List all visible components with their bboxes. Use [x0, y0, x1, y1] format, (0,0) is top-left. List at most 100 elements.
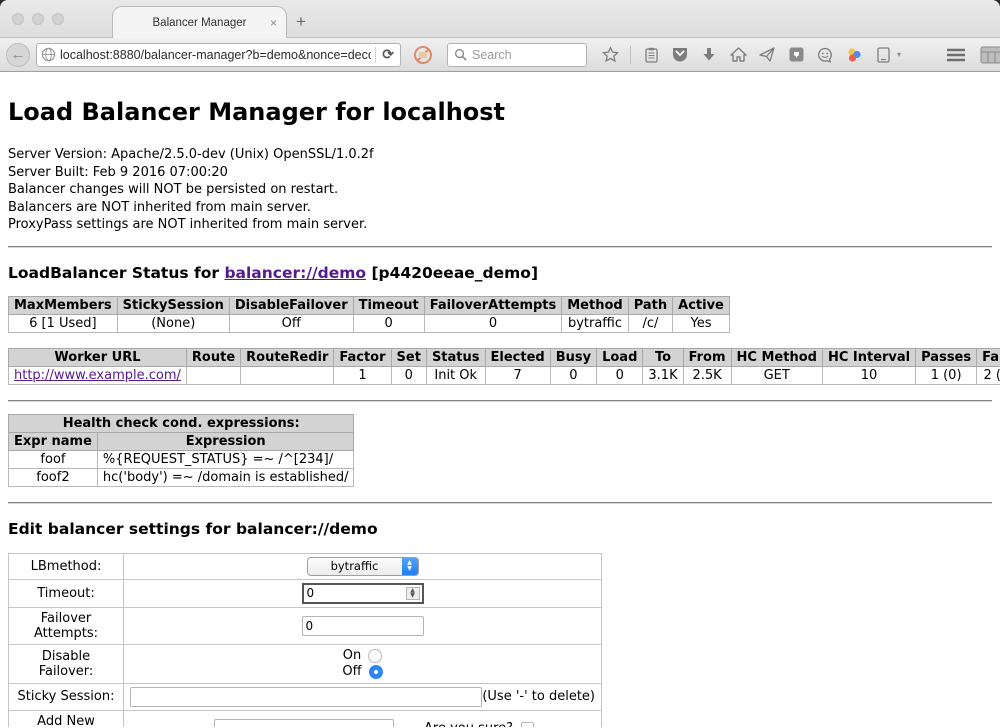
cell-fails: 2 (0)	[977, 366, 1000, 384]
home-icon[interactable]	[729, 46, 747, 64]
failover-on-radio[interactable]	[368, 649, 382, 663]
close-tab-icon[interactable]: ×	[270, 16, 277, 30]
notice-balancers: Balancers are NOT inherited from main se…	[8, 199, 992, 217]
health-table-title: Health check cond. expressions:	[9, 414, 354, 432]
shield-block-icon[interactable]	[413, 45, 433, 65]
cell-disablefailover: Off	[229, 314, 353, 332]
worker-row: http://www.example.com/ 1 0 Init Ok 7 0 …	[9, 366, 1000, 384]
cell-expr-name: foof	[9, 450, 98, 468]
col-elected: Elected	[485, 348, 550, 366]
notice-persist: Balancer changes will NOT be persisted o…	[8, 181, 992, 199]
globe-icon	[41, 47, 56, 62]
add-worker-label: Add New Worker:	[9, 710, 124, 727]
number-spinner-icon[interactable]: ▲▼	[406, 587, 420, 600]
colors-icon[interactable]	[845, 46, 863, 64]
col-hc-method: HC Method	[731, 348, 822, 366]
download-icon[interactable]	[700, 46, 718, 64]
page-content: Load Balancer Manager for localhost Serv…	[0, 72, 1000, 727]
search-bar[interactable]: Search	[447, 43, 587, 67]
col-load: Load	[597, 348, 643, 366]
url-text[interactable]: localhost:8880/balancer-manager?b=demo&n…	[60, 48, 371, 62]
urlbar-divider	[375, 47, 376, 63]
minimize-window-button[interactable]	[32, 13, 44, 25]
menu-icon[interactable]	[946, 48, 966, 62]
failover-attempts-input[interactable]	[302, 616, 424, 636]
balancer-settings-form: LBmethod: bytraffic ▲▼ Timeout: ▲▼	[8, 553, 602, 728]
divider	[8, 400, 992, 402]
cell-to: 3.1K	[643, 366, 683, 384]
are-you-sure-checkbox[interactable]	[521, 722, 534, 727]
tab-balancer-manager[interactable]: Balancer Manager ×	[112, 6, 287, 38]
col-busy: Busy	[550, 348, 596, 366]
back-button[interactable]: ←	[6, 43, 30, 67]
chat-smiley-icon[interactable]	[816, 46, 834, 64]
select-stepper-icon: ▲▼	[402, 557, 418, 576]
screenshot-icon[interactable]	[787, 46, 805, 64]
reload-icon[interactable]: ⟳	[380, 46, 396, 63]
zoom-window-button[interactable]	[52, 13, 64, 25]
timeout-label: Timeout:	[9, 579, 124, 607]
search-icon	[454, 48, 467, 61]
timeout-input[interactable]	[304, 585, 404, 602]
col-route: Route	[186, 348, 240, 366]
grid-sidebar-icon[interactable]	[980, 46, 1000, 64]
failover-off-radio[interactable]	[369, 665, 383, 679]
bookmark-star-icon[interactable]	[601, 46, 619, 64]
col-routeredir: RouteRedir	[241, 348, 334, 366]
col-hc-interval: HC Interval	[822, 348, 915, 366]
col-expr-name: Expr name	[9, 432, 98, 450]
table-header-row: Worker URL Route RouteRedir Factor Set S…	[9, 348, 1000, 366]
col-active: Active	[673, 296, 730, 314]
close-window-button[interactable]	[12, 13, 24, 25]
col-status: Status	[426, 348, 485, 366]
toolbar-icons: ▾	[601, 46, 901, 64]
window-controls[interactable]	[12, 13, 64, 25]
status-heading: LoadBalancer Status for balancer://demo …	[8, 264, 992, 282]
col-to: To	[643, 348, 683, 366]
balancer-demo-link[interactable]: balancer://demo	[224, 264, 366, 282]
form-row-lbmethod: LBmethod: bytraffic ▲▼	[9, 553, 602, 579]
clipboard-icon[interactable]	[642, 46, 660, 64]
radio-off-label: Off	[342, 664, 361, 680]
cell-set: 0	[391, 366, 426, 384]
sticky-session-label: Sticky Session:	[9, 683, 124, 710]
pocket-icon[interactable]	[671, 46, 689, 64]
cell-maxmembers: 6 [1 Used]	[9, 314, 118, 332]
cell-hc-method: GET	[731, 366, 822, 384]
cell-hc-interval: 10	[822, 366, 915, 384]
cell-expression: hc('body') =~ /domain is established/	[97, 468, 354, 486]
col-factor: Factor	[334, 348, 391, 366]
cell-active: Yes	[673, 314, 730, 332]
edit-settings-heading: Edit balancer settings for balancer://de…	[8, 520, 992, 538]
worker-url-link[interactable]: http://www.example.com/	[14, 368, 181, 383]
new-tab-button[interactable]: +	[296, 12, 306, 32]
lbmethod-select[interactable]: bytraffic ▲▼	[307, 557, 419, 576]
chevron-down-icon[interactable]: ▾	[897, 50, 901, 59]
notice-proxypass: ProxyPass settings are NOT inherited fro…	[8, 216, 992, 234]
cell-routeredir	[241, 366, 334, 384]
cell-worker-url: http://www.example.com/	[9, 366, 187, 384]
server-built: Server Built: Feb 9 2016 07:00:20	[8, 164, 992, 182]
col-method: Method	[562, 296, 628, 314]
cell-timeout: 0	[353, 314, 424, 332]
cell-load: 0	[597, 366, 643, 384]
add-worker-input[interactable]	[214, 719, 394, 728]
cell-path: /c/	[628, 314, 672, 332]
page-title: Load Balancer Manager for localhost	[8, 72, 992, 126]
divider	[8, 502, 992, 504]
url-bar[interactable]: localhost:8880/balancer-manager?b=demo&n…	[36, 43, 401, 67]
col-maxmembers: MaxMembers	[9, 296, 118, 314]
send-icon[interactable]	[758, 46, 776, 64]
form-row-disable-failover: Disable Failover: On Off	[9, 644, 602, 683]
sticky-session-input[interactable]	[130, 687, 482, 707]
cell-elected: 7	[485, 366, 550, 384]
health-row: foof %{REQUEST_STATUS} =~ /^[234]/	[9, 450, 354, 468]
server-info: Server Version: Apache/2.5.0-dev (Unix) …	[8, 146, 992, 234]
health-check-table: Health check cond. expressions: Expr nam…	[8, 414, 354, 487]
tablet-icon[interactable]	[874, 46, 892, 64]
radio-on-label: On	[343, 648, 361, 664]
cell-method: bytraffic	[562, 314, 628, 332]
form-row-add-worker: Add New Worker: Are you sure?	[9, 710, 602, 727]
col-timeout: Timeout	[353, 296, 424, 314]
browser-window: Balancer Manager × + ← localhost:8880/ba…	[0, 0, 1000, 728]
